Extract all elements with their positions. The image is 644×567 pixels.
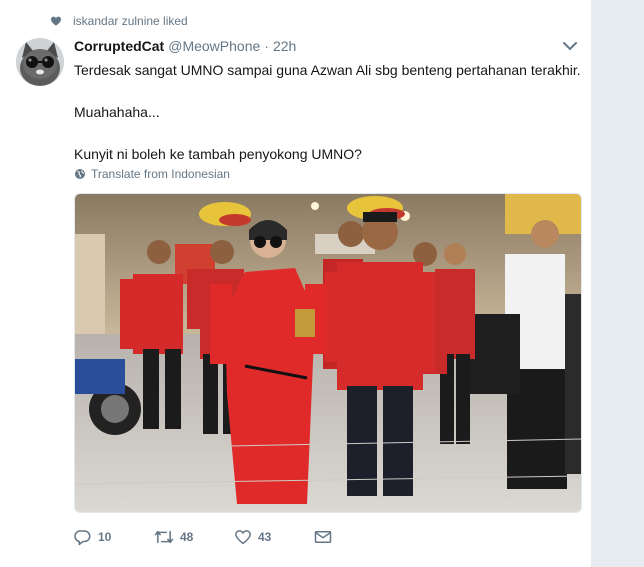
tweet-paragraph: Kunyit ni boleh ke tambah penyokong UMNO… — [74, 146, 362, 162]
display-name[interactable]: CorruptedCat — [74, 38, 164, 54]
retweet-icon — [154, 530, 174, 544]
separator-dot: · — [264, 38, 269, 54]
tweet-text: Terdesak sangat UMNO sampai guna Azwan A… — [74, 60, 584, 165]
user-handle[interactable]: @MeowPhone — [168, 38, 260, 54]
envelope-icon — [314, 531, 332, 543]
heart-outline-icon — [235, 530, 251, 545]
retweet-button[interactable]: 48 — [154, 528, 234, 546]
cat-avatar-image — [16, 38, 64, 86]
globe-icon — [75, 169, 85, 179]
reply-icon — [74, 530, 91, 546]
like-count: 43 — [258, 530, 272, 544]
tweet-paragraph: Muahahaha... — [74, 104, 160, 120]
reply-button[interactable]: 10 — [74, 528, 154, 546]
tweet-paragraph: Terdesak sangat UMNO sampai guna Azwan A… — [74, 62, 581, 78]
tweet-header: CorruptedCat @MeowPhone · 22h — [74, 38, 296, 54]
translate-label: Translate from Indonesian — [91, 167, 230, 181]
like-button[interactable]: 43 — [234, 528, 314, 546]
chevron-down-icon[interactable] — [563, 41, 577, 51]
tweet-actions: 10 48 43 — [74, 528, 338, 546]
social-context: iskandar zulnine liked — [50, 14, 188, 28]
translate-link[interactable]: Translate from Indonesian — [74, 167, 230, 181]
retweet-count: 48 — [180, 530, 194, 544]
heart-icon — [51, 16, 61, 26]
tweet-card[interactable]: iskandar zulnine liked CorruptedCat @Meo… — [0, 0, 592, 567]
avatar[interactable] — [16, 38, 64, 86]
timestamp[interactable]: 22h — [273, 38, 296, 54]
direct-message-button[interactable] — [314, 529, 338, 545]
social-context-text: iskandar zulnine liked — [73, 14, 188, 28]
tweet-photo[interactable] — [74, 193, 582, 513]
photo-image — [75, 194, 581, 512]
reply-count: 10 — [98, 530, 112, 544]
